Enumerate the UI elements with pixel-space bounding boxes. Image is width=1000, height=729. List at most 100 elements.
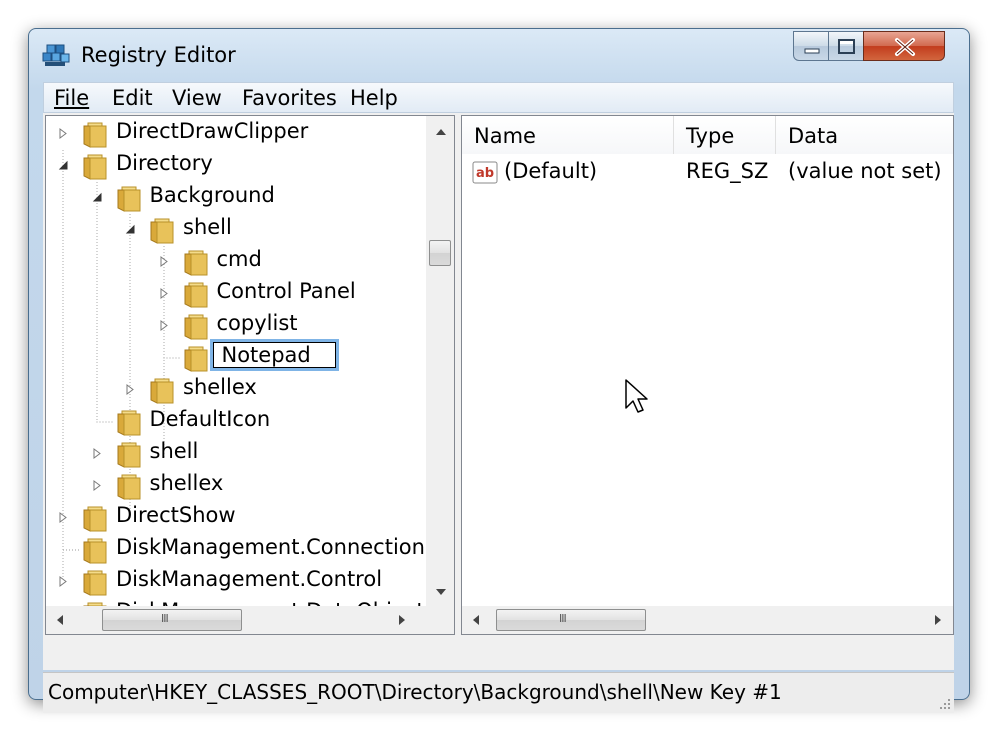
close-button[interactable]	[863, 31, 945, 61]
expand-arrow-icon[interactable]	[92, 448, 103, 459]
tree-node-label: shell	[183, 215, 232, 239]
expand-arrow-icon[interactable]	[92, 480, 103, 491]
status-path: Computer\HKEY_CLASSES_ROOT\Directory\Bac…	[48, 680, 782, 704]
tree-node-label: Background	[149, 183, 275, 207]
tree-node-label: DefaultIcon	[149, 407, 271, 431]
rename-key-input[interactable]: Notepad	[212, 342, 336, 368]
resize-grip-icon[interactable]	[938, 697, 952, 711]
tree-node[interactable]: shell	[46, 214, 426, 246]
client-area: DirectDrawClipper Directory Background shel…	[43, 113, 954, 670]
string-value-icon: ab	[472, 161, 498, 184]
tree-node-label: DirectShow	[116, 503, 236, 527]
folder-icon	[150, 378, 174, 404]
folder-icon	[184, 314, 207, 340]
mouse-cursor-icon	[625, 379, 648, 413]
tree-node-label: copylist	[216, 311, 298, 335]
title-bar[interactable]: Registry Editor	[29, 29, 969, 81]
tree-node-label: cmd	[216, 247, 262, 271]
folder-icon	[184, 250, 207, 276]
value-type: REG_SZ	[686, 159, 769, 183]
folder-icon	[117, 186, 140, 212]
registry-editor-window: Registry Editor File Edit View Favorites…	[28, 28, 970, 713]
tree-horizontal-scrollbar[interactable]: III	[46, 606, 428, 634]
menu-edit[interactable]: Edit	[112, 86, 153, 110]
registry-editor-icon	[42, 44, 70, 66]
expand-arrow-icon[interactable]	[58, 512, 69, 523]
tree-node[interactable]: DirectShow	[46, 502, 426, 534]
folder-icon	[83, 122, 107, 148]
tree-node[interactable]: cmd	[46, 246, 426, 278]
tree-node-label: DiskManagement.Connection	[116, 535, 425, 559]
folder-icon	[83, 570, 107, 596]
folder-icon	[184, 346, 207, 372]
scroll-right-arrow-icon[interactable]	[398, 614, 406, 626]
value-row[interactable]: ab (Default) REG_SZ (value not set)	[462, 156, 953, 188]
tree-node[interactable]: Notepad	[46, 342, 426, 374]
column-header-type[interactable]: Type	[674, 116, 776, 154]
tree-node-label: Control Panel	[216, 279, 356, 303]
menu-file[interactable]: File	[54, 86, 89, 110]
values-list[interactable]: Name Type Data ab (Default) REG_SZ (valu…	[461, 115, 954, 635]
tree-vertical-scroll-thumb[interactable]	[429, 240, 451, 266]
tree-horizontal-scroll-thumb[interactable]: III	[102, 609, 242, 631]
scroll-left-arrow-icon[interactable]	[472, 614, 480, 626]
minimize-button[interactable]	[793, 31, 829, 61]
menu-bar: File Edit View Favorites Help	[43, 82, 954, 113]
tree-node[interactable]: Control Panel	[46, 278, 426, 310]
maximize-button[interactable]	[828, 31, 864, 61]
scroll-up-arrow-icon[interactable]	[435, 128, 447, 136]
close-icon	[895, 38, 915, 56]
scroll-right-arrow-icon[interactable]	[934, 614, 942, 626]
folder-icon	[184, 282, 207, 308]
expand-arrow-icon[interactable]	[159, 256, 170, 267]
folder-icon	[83, 506, 107, 532]
tree-vertical-scrollbar[interactable]	[426, 116, 454, 606]
folder-icon	[150, 218, 174, 244]
maximize-icon	[838, 39, 855, 54]
key-tree[interactable]: DirectDrawClipper Directory Background shel…	[45, 115, 455, 635]
tree-node[interactable]: shell	[46, 438, 426, 470]
tree-node-label: DiskManagement.Control	[116, 567, 383, 591]
column-header-name[interactable]: Name	[462, 116, 674, 154]
list-horizontal-scroll-thumb[interactable]: III	[496, 609, 646, 631]
expand-arrow-icon[interactable]	[58, 128, 69, 139]
collapse-arrow-icon[interactable]	[92, 192, 103, 203]
minimize-icon	[804, 48, 820, 54]
tree-node-label: shellex	[183, 375, 257, 399]
folder-icon	[117, 442, 140, 468]
expand-arrow-icon[interactable]	[58, 576, 69, 587]
tree-node[interactable]: shellex	[46, 470, 426, 502]
expand-arrow-icon[interactable]	[125, 384, 136, 395]
collapse-arrow-icon[interactable]	[125, 224, 136, 235]
tree-node-label: DirectDrawClipper	[116, 119, 309, 143]
expand-arrow-icon[interactable]	[159, 288, 170, 299]
list-horizontal-scrollbar[interactable]: III	[462, 606, 953, 634]
folder-icon	[117, 410, 140, 436]
menu-favorites[interactable]: Favorites	[242, 86, 337, 110]
tree-node[interactable]: DefaultIcon	[46, 406, 426, 438]
tree-node-label: shellex	[149, 471, 224, 495]
tree-node-label: shell	[149, 439, 199, 463]
tree-node[interactable]: shellex	[46, 374, 426, 406]
tree-node[interactable]: DiskManagement.Connection	[46, 534, 426, 566]
expand-arrow-icon[interactable]	[159, 320, 170, 331]
scroll-left-arrow-icon[interactable]	[56, 614, 64, 626]
scroll-down-arrow-icon[interactable]	[435, 588, 447, 596]
tree-node[interactable]: Directory	[46, 150, 426, 182]
tree-node[interactable]: DiskManagement.Control	[46, 566, 426, 598]
tree-node[interactable]: DirectDrawClipper	[46, 118, 426, 150]
svg-text:ab: ab	[476, 166, 494, 181]
status-bar: Computer\HKEY_CLASSES_ROOT\Directory\Bac…	[43, 672, 954, 713]
value-name: (Default)	[504, 159, 598, 183]
folder-icon	[83, 538, 107, 564]
scroll-corner	[426, 606, 454, 634]
menu-view[interactable]: View	[172, 86, 222, 110]
tree-node[interactable]: copylist	[46, 310, 426, 342]
folder-icon	[83, 154, 107, 180]
window-title: Registry Editor	[81, 43, 236, 67]
collapse-arrow-icon[interactable]	[58, 160, 69, 171]
folder-icon	[117, 474, 140, 500]
column-header-data[interactable]: Data	[776, 116, 953, 154]
tree-node[interactable]: Background	[46, 182, 426, 214]
menu-help[interactable]: Help	[350, 86, 398, 110]
